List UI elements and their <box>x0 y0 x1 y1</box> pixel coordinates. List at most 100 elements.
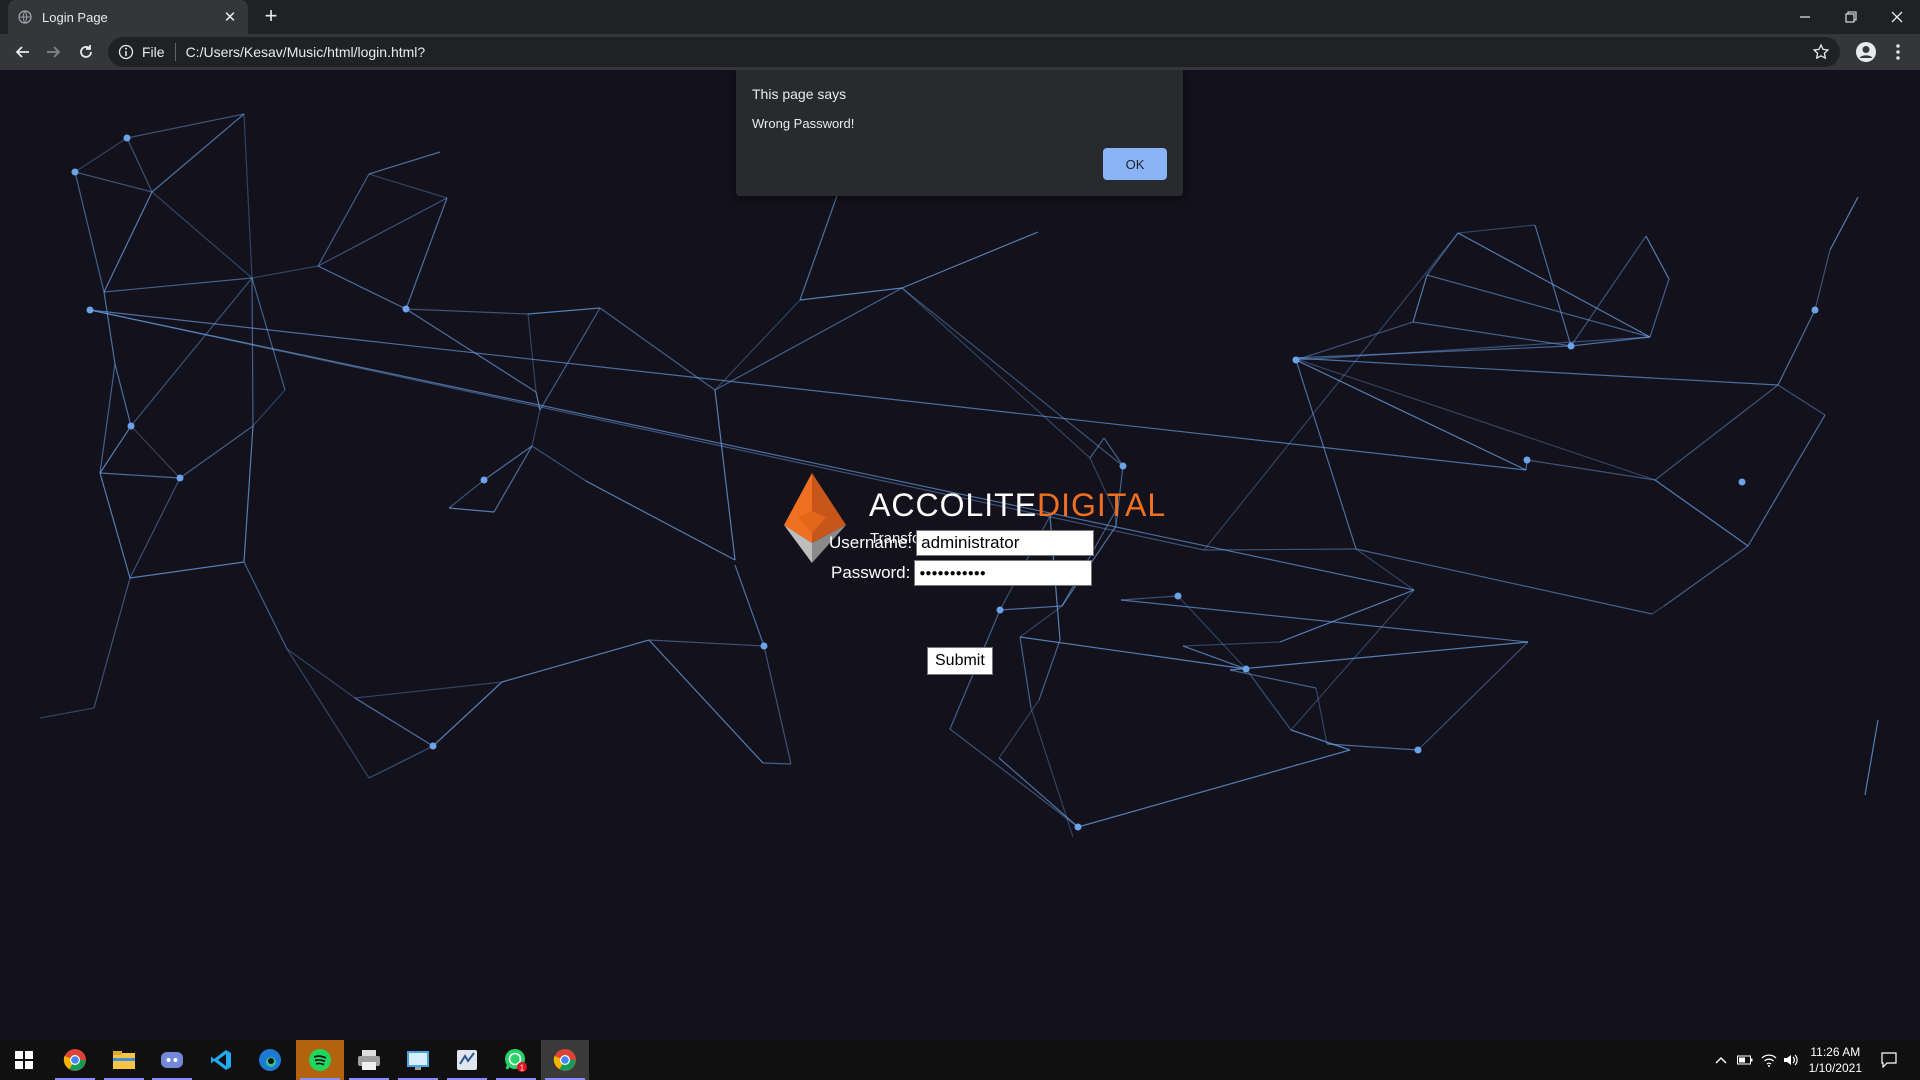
network-edge <box>130 277 253 427</box>
wifi-icon[interactable] <box>1758 1040 1780 1080</box>
whatsapp-icon[interactable]: 1 <box>492 1040 540 1080</box>
network-edge <box>243 561 288 650</box>
discord-icon[interactable] <box>148 1040 196 1080</box>
network-edge <box>585 480 736 561</box>
network-edge <box>1654 384 1779 481</box>
close-tab-icon[interactable]: ✕ <box>222 8 238 26</box>
submit-button[interactable]: Submit <box>927 647 993 675</box>
new-tab-button[interactable]: + <box>258 4 284 30</box>
network-edge <box>714 389 736 561</box>
back-arrow-icon[interactable] <box>10 40 34 64</box>
network-edge <box>1019 636 1247 670</box>
scheme-label: File <box>142 44 165 60</box>
bookmark-star-icon[interactable] <box>1812 43 1830 61</box>
network-edge <box>1864 719 1879 796</box>
network-edge <box>527 307 601 315</box>
restore-icon[interactable] <box>1828 0 1874 34</box>
network-edge <box>539 307 601 411</box>
network-edge <box>1412 274 1428 323</box>
username-input[interactable] <box>916 530 1095 556</box>
close-window-icon[interactable] <box>1874 0 1920 34</box>
menu-kebab-icon[interactable] <box>1886 40 1910 64</box>
network-node <box>123 134 131 142</box>
network-edge <box>103 277 253 293</box>
ok-button[interactable]: OK <box>1103 148 1167 180</box>
network-edge <box>1426 274 1651 338</box>
clock-time: 11:26 AM <box>1810 1045 1861 1059</box>
globe-icon <box>18 10 32 24</box>
network-edge <box>1295 359 1357 550</box>
network-edge <box>251 277 254 427</box>
network-node <box>1242 665 1250 673</box>
network-edge <box>1279 589 1415 643</box>
network-edge <box>126 113 245 139</box>
network-edge <box>179 425 254 479</box>
system-clock[interactable]: 11:26 AM 1/10/2021 <box>1809 1044 1862 1076</box>
spotify-icon[interactable] <box>296 1040 344 1080</box>
network-edge <box>89 309 1415 591</box>
network-edge <box>1747 414 1826 547</box>
network-edge <box>317 265 407 310</box>
network-edge <box>999 605 1063 611</box>
file-explorer-icon[interactable] <box>100 1040 148 1080</box>
alert-dialog: This page says Wrong Password! OK <box>736 70 1183 196</box>
network-edge <box>1814 249 1831 311</box>
tab-strip: Login Page ✕ + <box>0 0 1920 34</box>
sublime-icon[interactable] <box>443 1040 491 1080</box>
network-edge <box>99 472 181 479</box>
battery-icon[interactable] <box>1734 1040 1756 1080</box>
network-edge <box>1654 479 1749 547</box>
network-edge <box>151 191 253 279</box>
network-edge <box>1315 687 1328 745</box>
network-edge <box>1290 729 1351 751</box>
network-node <box>1523 456 1531 464</box>
dialog-title: This page says <box>752 86 847 102</box>
network-edge <box>99 472 131 579</box>
profile-icon[interactable] <box>1854 40 1878 64</box>
network-node <box>996 606 1004 614</box>
network-edge <box>405 308 529 315</box>
network-edge <box>1651 605 1665 615</box>
network-edge <box>763 645 792 765</box>
edge-icon[interactable] <box>246 1040 294 1080</box>
printer-icon[interactable] <box>345 1040 393 1080</box>
network-edge <box>93 577 131 709</box>
network-edge <box>448 479 485 509</box>
network-node <box>480 476 488 484</box>
chrome-active-icon[interactable] <box>541 1040 589 1080</box>
network-edge <box>1355 548 1653 615</box>
reload-icon[interactable] <box>74 40 98 64</box>
forward-arrow-icon[interactable] <box>42 40 66 64</box>
start-icon[interactable] <box>0 1040 48 1080</box>
network-edge <box>1534 224 1572 347</box>
page-viewport: ACCOLITEDIGITAL Transforming The Future,… <box>0 70 1920 1040</box>
info-icon[interactable] <box>118 44 134 60</box>
network-edge <box>1295 321 1414 361</box>
network-edge <box>531 445 587 482</box>
volume-icon[interactable] <box>1780 1040 1802 1080</box>
network-edge <box>1417 641 1529 751</box>
brand-part1: ACCOLITE <box>869 487 1038 523</box>
tab-login-page[interactable]: Login Page ✕ <box>8 0 248 34</box>
network-edge <box>368 173 448 199</box>
address-bar[interactable]: File C:/Users/Kesav/Music/html/login.htm… <box>108 37 1840 67</box>
network-edge <box>99 425 132 474</box>
dialog-message: Wrong Password! <box>752 116 855 131</box>
network-edge <box>74 171 153 193</box>
network-edge <box>1077 749 1351 828</box>
network-node <box>86 306 94 314</box>
notification-center-icon[interactable] <box>1874 1040 1904 1080</box>
network-node <box>1074 823 1082 831</box>
network-edge <box>1292 357 1779 386</box>
network-edge <box>129 561 245 579</box>
minimize-icon[interactable] <box>1782 0 1828 34</box>
url-text[interactable]: C:/Users/Kesav/Music/html/login.html? <box>186 44 426 60</box>
chrome-icon[interactable] <box>51 1040 99 1080</box>
network-edge <box>714 299 801 391</box>
control-panel-icon[interactable] <box>394 1040 442 1080</box>
password-input[interactable] <box>914 560 1093 586</box>
vscode-icon[interactable] <box>197 1040 245 1080</box>
tray-chevron-up-icon[interactable] <box>1710 1040 1732 1080</box>
network-edge <box>714 287 903 391</box>
network-edge <box>448 507 495 513</box>
